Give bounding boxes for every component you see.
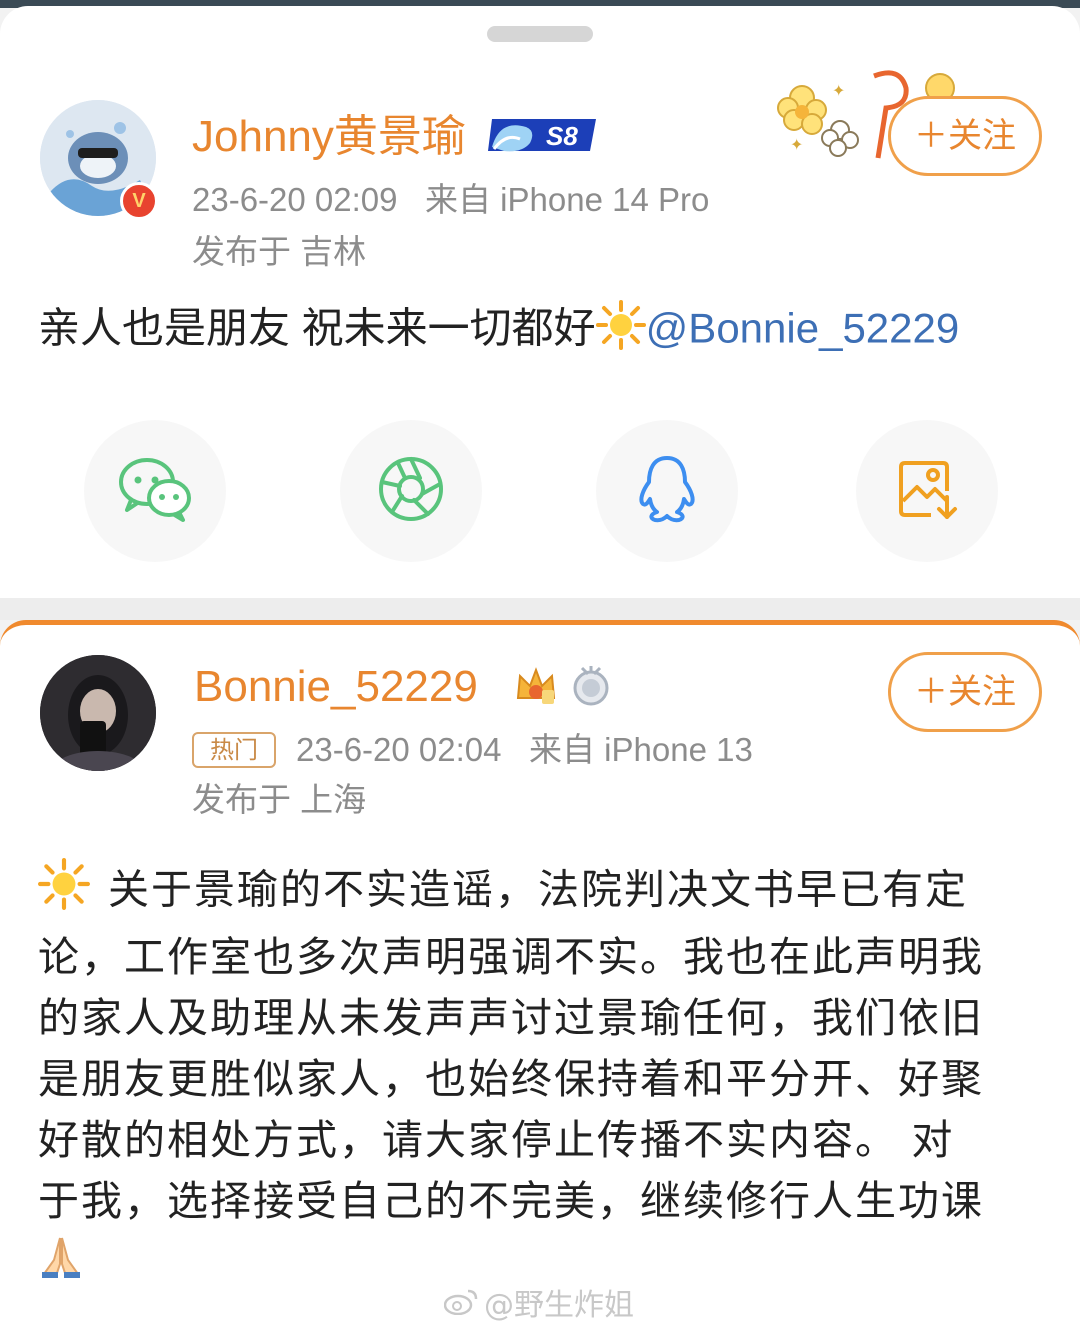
wechat-icon <box>117 456 193 526</box>
username[interactable]: Bonnie_52229 <box>194 662 478 712</box>
post-location: 发布于 吉林 <box>192 233 367 270</box>
post-line: 是朋友更胜似家人，也始终保持着和平分开、好聚 <box>38 1056 984 1102</box>
share-wechat-button[interactable] <box>84 420 226 562</box>
username[interactable]: Johnny黄景瑜 <box>192 112 466 162</box>
save-image-button[interactable] <box>856 420 998 562</box>
post-timestamp: 23-6-20 02:04 <box>296 731 502 768</box>
post-location: 发布于 上海 <box>192 781 367 818</box>
post-line: 好散的相处方式，请大家停止传播不实内容。 对 <box>38 1117 955 1163</box>
praying-hands-emoji-icon <box>38 1234 84 1297</box>
crown-member-icon <box>514 664 558 708</box>
post-line: 于我，选择接受自己的不完美，继续修行人生功课 <box>38 1178 984 1224</box>
post-body: 亲人也是朋友 祝未来一切都好 <box>38 304 596 352</box>
share-qq-button[interactable] <box>596 420 738 562</box>
post-line: 的家人及助理从未发声声讨过景瑜任何，我们依旧 <box>38 995 984 1041</box>
section-divider <box>0 598 1080 620</box>
medal-badge-icon <box>570 664 612 706</box>
verified-badge: V <box>120 182 158 220</box>
svg-text:✦: ✦ <box>832 81 845 100</box>
post-line-text: 关于景瑜的不实造谣，法院判决文书早已有定 <box>108 866 968 913</box>
whale-level-badge-icon: S8 <box>486 113 602 157</box>
sheet-drag-handle[interactable] <box>487 26 593 42</box>
post-timestamp: 23-6-20 02:09 <box>192 181 398 218</box>
follow-button[interactable]: ＋关注 <box>888 652 1042 732</box>
share-moments-button[interactable] <box>340 420 482 562</box>
watermark: @野生炸姐 <box>443 1286 634 1326</box>
image-download-icon <box>895 457 959 525</box>
mention-link[interactable]: @Bonnie_52229 <box>646 305 960 352</box>
post-line: 论，工作室也多次声明强调不实。我也在此声明我 <box>38 934 984 980</box>
post-text: 亲人也是朋友 祝未来一切都好 @Bonnie_52229 <box>38 300 959 363</box>
post-source: 来自 iPhone 14 Pro <box>425 181 710 218</box>
post-line: 关于景瑜的不实造谣，法院判决文书早已有定 <box>38 858 1038 927</box>
sun-emoji-icon <box>38 858 90 927</box>
post-body: 关于景瑜的不实造谣，法院判决文书早已有定 论，工作室也多次声明强调不实。我也在此… <box>38 858 1038 1297</box>
avatar-bonnie[interactable] <box>40 655 156 771</box>
post-meta: 23-6-20 02:09 来自 iPhone 14 Pro <box>192 180 709 220</box>
post-meta: 23-6-20 02:04 来自 iPhone 13 <box>296 730 753 770</box>
sun-emoji-icon <box>595 300 646 363</box>
post-source: 来自 iPhone 13 <box>529 731 753 768</box>
level-badge-text: S8 <box>546 121 578 151</box>
moments-aperture-icon <box>376 454 446 528</box>
svg-text:✦: ✦ <box>790 135 803 154</box>
watermark-text: @野生炸姐 <box>484 1288 634 1323</box>
follow-button[interactable]: ＋关注 <box>888 96 1042 176</box>
weibo-logo-icon <box>443 1286 478 1326</box>
qq-penguin-icon <box>637 454 697 528</box>
hot-tag: 热门 <box>192 732 276 768</box>
